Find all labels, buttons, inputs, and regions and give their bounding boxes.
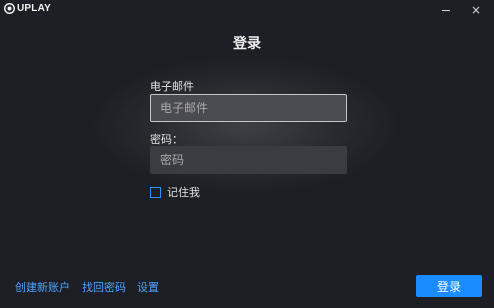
minimize-button[interactable] [436,0,456,20]
email-label: 电子邮件 [150,80,194,93]
settings-link[interactable]: 设置 [137,279,159,295]
minimize-icon [442,9,450,11]
close-icon: × [470,3,482,17]
uplay-login-window: UPLAY × 登录 电子邮件 密码： 记住我 创建新账户 找回密码 设置 登录 [0,0,494,308]
recover-password-link[interactable]: 找回密码 [82,279,126,295]
create-account-link[interactable]: 创建新账户 [15,279,70,295]
password-field[interactable] [150,146,347,174]
remember-me-checkbox[interactable] [150,186,161,198]
login-button[interactable]: 登录 [416,275,482,297]
remember-me-label: 记住我 [167,186,200,199]
email-field[interactable] [150,94,347,122]
title-bar: UPLAY × [0,0,494,20]
uplay-logo: UPLAY [4,3,51,14]
login-heading: 登录 [233,36,261,52]
uplay-logo-icon [4,3,15,14]
close-button[interactable]: × [466,0,486,20]
brand-name: UPLAY [17,3,51,14]
password-label: 密码： [150,133,183,146]
remember-me-toggle[interactable]: 记住我 [150,184,200,200]
